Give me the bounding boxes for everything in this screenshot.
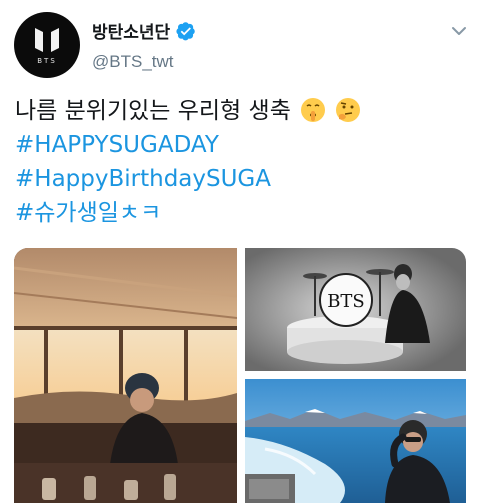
photo-drum-kit[interactable]: BTS [245,248,466,371]
shushing-face-emoji-icon [301,98,326,122]
thinking-face-emoji-icon [336,98,361,122]
media-grid: BTS [14,248,466,503]
tweet-text-line: 나름 분위기있는 우리형 생축 [15,94,470,128]
author-name-row: 방탄소년단 [92,18,196,43]
bts-logo-icon [35,28,59,52]
chevron-down-icon[interactable] [450,22,468,40]
boat-lake-photo-image [245,379,466,503]
hashtag-link[interactable]: #HappyBirthdaySUGA [15,162,470,196]
drum-logo-text: BTS [327,291,365,312]
tweet-card: BTS 방탄소년단 @BTS_twt 나름 분위기있는 우리형 생축 #HAPP… [0,0,480,503]
avatar[interactable]: BTS [14,12,80,78]
user-handle[interactable]: @BTS_twt [92,52,174,72]
hashtag-link[interactable]: #HAPPYSUGADAY [15,128,470,162]
display-name[interactable]: 방탄소년단 [92,18,170,43]
drum-kit-photo-image: BTS [245,248,466,371]
hashtag-link[interactable]: #슈가생일ㅊㅋ [15,196,470,230]
restaurant-photo-image [14,248,237,503]
verified-badge-icon [176,21,195,40]
photo-restaurant-window[interactable] [14,248,237,503]
photo-boat-lake[interactable] [245,379,466,503]
tweet-text: 나름 분위기있는 우리형 생축 #HAPPYSUGADAY #HappyBirt… [15,94,470,230]
avatar-logo-text: BTS [37,57,57,65]
tweet-body-text: 나름 분위기있는 우리형 생축 [15,98,291,124]
